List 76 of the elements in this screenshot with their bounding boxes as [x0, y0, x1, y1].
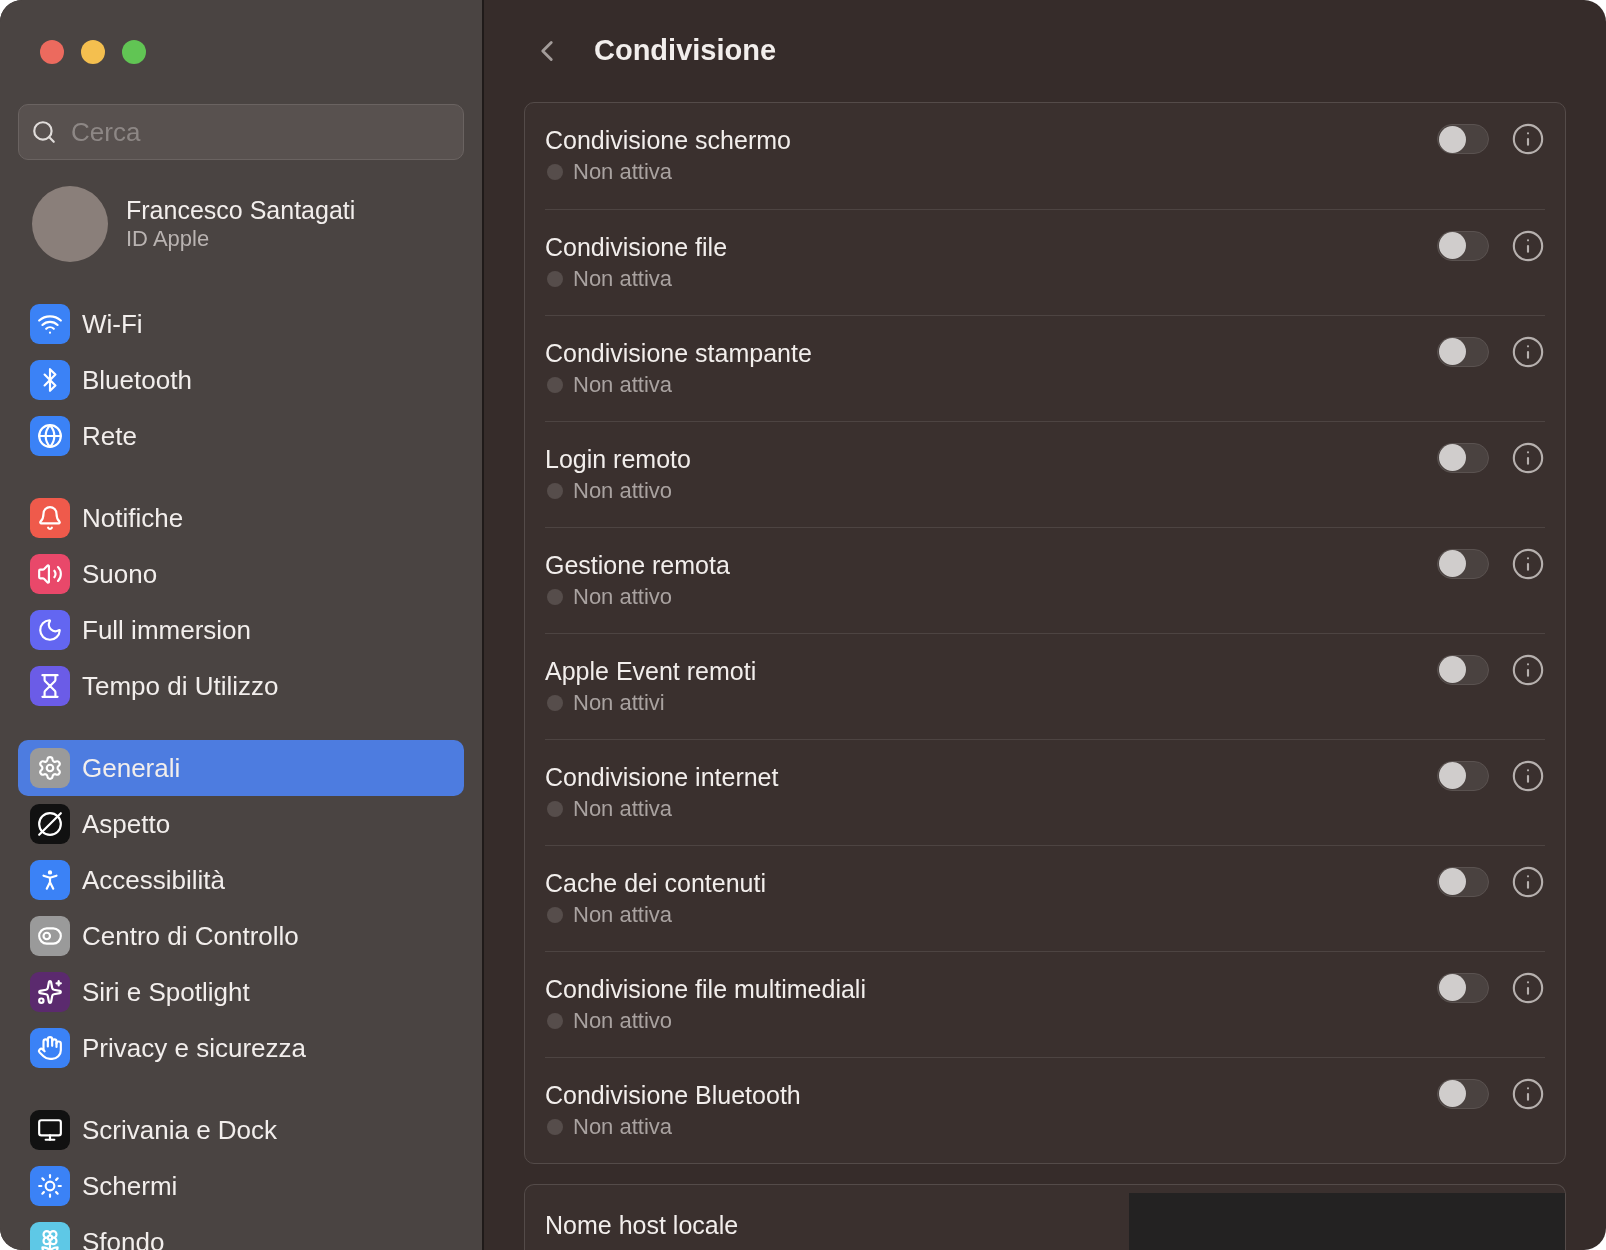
page-title: Condivisione — [594, 33, 777, 69]
speaker-icon — [30, 554, 70, 594]
flower-icon — [30, 1222, 70, 1250]
toggle-switch[interactable] — [1437, 866, 1489, 897]
toggle-switch[interactable] — [1437, 654, 1489, 685]
minimize-button[interactable] — [81, 40, 105, 64]
gear-icon — [30, 748, 70, 788]
sidebar-item[interactable]: Siri e Spotlight — [18, 964, 464, 1020]
close-button[interactable] — [40, 40, 64, 64]
service-name: Apple Event remoti — [545, 655, 758, 687]
info-button[interactable] — [1511, 970, 1545, 1005]
info-button[interactable] — [1511, 440, 1545, 475]
service-name: Gestione remota — [545, 549, 731, 581]
sidebar-item[interactable]: Wi-Fi — [18, 296, 464, 352]
sidebar-item[interactable]: Suono — [18, 546, 464, 602]
search-icon — [31, 119, 57, 145]
service-name: Condivisione internet — [545, 761, 780, 793]
service-name: Condivisione file multimediali — [545, 973, 867, 1005]
info-button[interactable] — [1511, 864, 1545, 899]
sidebar-item[interactable]: Full immersion — [18, 602, 464, 658]
sidebar-item[interactable]: Sfondo — [18, 1214, 464, 1250]
toggle-switch[interactable] — [1437, 548, 1489, 579]
zoom-button[interactable] — [122, 40, 146, 64]
service-name: Condivisione stampante — [545, 337, 813, 369]
info-button[interactable] — [1511, 228, 1545, 263]
service-name: Condivisione Bluetooth — [545, 1079, 802, 1111]
sidebar-item[interactable]: Accessibilità — [18, 852, 464, 908]
status-text: Non attiva — [573, 794, 673, 823]
status-text: Non attiva — [573, 1112, 673, 1141]
info-button[interactable] — [1511, 546, 1545, 581]
status-text: Non attivo — [573, 476, 673, 505]
service-name: Login remoto — [545, 443, 692, 475]
accessibility-icon — [30, 860, 70, 900]
info-button[interactable] — [1511, 334, 1545, 369]
hand-icon — [30, 1028, 70, 1068]
sidebar-item[interactable]: Centro di Controllo — [18, 908, 464, 964]
sun-icon — [30, 1166, 70, 1206]
info-button[interactable] — [1511, 1076, 1545, 1111]
status-text: Non attivi — [573, 688, 665, 717]
toggle-switch[interactable] — [1437, 760, 1489, 791]
toggle-switch[interactable] — [1437, 124, 1489, 154]
service-name: Condivisione schermo — [545, 125, 792, 156]
profile-name: Francesco Santagati — [126, 195, 356, 225]
toggle-switch[interactable] — [1437, 972, 1489, 1003]
info-button[interactable] — [1511, 652, 1545, 687]
status-text: Non attiva — [573, 900, 673, 929]
sidebar-item[interactable]: Scrivania e Dock — [18, 1102, 464, 1158]
sidebar-item[interactable]: Aspetto — [18, 796, 464, 852]
status-text: Non attivo — [573, 1006, 673, 1035]
bluetooth-icon — [30, 360, 70, 400]
status-text: Non attiva — [573, 370, 673, 399]
sidebar-item[interactable]: Bluetooth — [18, 352, 464, 408]
status-text: Non attiva — [573, 264, 673, 293]
toggle-switch[interactable] — [1437, 1078, 1489, 1109]
toggles-icon — [30, 916, 70, 956]
sidebar-item[interactable]: Privacy e sicurezza — [18, 1020, 464, 1076]
status-text: Non attiva — [573, 158, 673, 186]
hostname-label: Nome host locale — [545, 1210, 740, 1241]
service-name: Condivisione file — [545, 231, 729, 263]
profile-subtitle: ID Apple — [126, 225, 211, 253]
sidebar-item[interactable]: Notifiche — [18, 490, 464, 546]
info-button[interactable] — [1511, 758, 1545, 793]
sidebar-item[interactable]: Tempo di Utilizzo — [18, 658, 464, 714]
wifi-icon — [30, 304, 70, 344]
service-name: Cache dei contenuti — [545, 867, 767, 899]
bell-icon — [30, 498, 70, 538]
info-button[interactable] — [1511, 122, 1545, 156]
globe-icon — [30, 416, 70, 456]
hourglass-icon — [30, 666, 70, 706]
moon-icon — [30, 610, 70, 650]
sidebar-item[interactable]: Rete — [18, 408, 464, 464]
sidebar-item[interactable]: Schermi — [18, 1158, 464, 1214]
toggle-switch[interactable] — [1437, 336, 1489, 367]
toggle-switch[interactable] — [1437, 442, 1489, 473]
status-text: Non attivo — [573, 582, 673, 611]
toggle-switch[interactable] — [1437, 230, 1489, 261]
